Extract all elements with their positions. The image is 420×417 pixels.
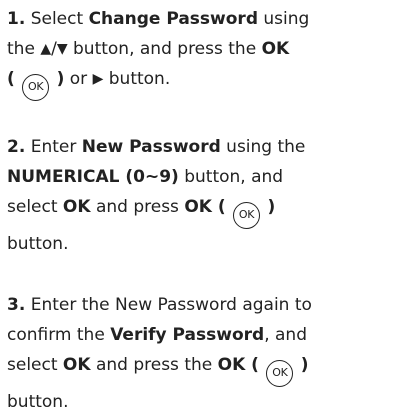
button-name: OK [261, 39, 290, 59]
step-text: confirm the [7, 325, 111, 345]
paren: ) [300, 355, 309, 375]
step-1-line-1: 1. Select Change Password using [7, 4, 413, 34]
paren: ( [7, 69, 15, 89]
step-2-line-3: select OK and press OK ( OK ) [7, 192, 413, 229]
step-text: or [64, 69, 93, 89]
up-arrow-icon: ▲ [40, 41, 52, 57]
step-text: and press the [90, 355, 218, 375]
step-number: 3. [7, 295, 26, 315]
step-text: button. [7, 233, 69, 254]
step-text: button, and press the [67, 39, 262, 59]
step-text: button, and [178, 167, 284, 187]
step-3-line-2: confirm the Verify Password, and [7, 320, 413, 350]
step-text: , and [264, 325, 307, 345]
step-text: button. [7, 391, 69, 412]
menu-item-name: OK [62, 355, 91, 375]
menu-item-name: OK [62, 197, 91, 217]
step-text: select [7, 197, 63, 217]
button-name: NUMERICAL (0~9) [7, 167, 179, 187]
step-text: Select [25, 9, 89, 29]
menu-item-name: Verify Password [110, 325, 265, 345]
step-text: using the [220, 137, 306, 157]
step-text: select [7, 355, 63, 375]
ok-button-icon: OK [266, 359, 294, 387]
step-2-line-2: NUMERICAL (0~9) button, and [7, 162, 413, 192]
menu-item-name: Change Password [88, 9, 258, 29]
step-text: and press [90, 197, 185, 217]
step-3-line-1: 3. Enter the New Password again to [7, 290, 413, 320]
step-number: 2. [7, 137, 26, 157]
step-1-line-2: the ▲/▼ button, and press the OK [7, 34, 413, 64]
step-text: Enter the New Password again to [25, 295, 312, 315]
step-2-line-4: button. [7, 229, 413, 259]
menu-item-name: New Password [81, 137, 221, 157]
step-2-line-1: 2. Enter New Password using the [7, 132, 413, 162]
step-3-line-3: select OK and press the OK ( OK ) [7, 350, 413, 387]
ok-button-icon: OK [22, 73, 50, 101]
step-number: 1. [7, 9, 26, 29]
step-3-line-4: button. [7, 387, 413, 417]
step-text: Enter [25, 137, 82, 157]
right-arrow-icon: ▶ [92, 71, 104, 87]
step-text: button. [103, 69, 171, 89]
instruction-steps: 1. Select Change Password using the ▲/▼ … [0, 0, 420, 416]
button-name: OK ( [184, 197, 226, 217]
paren: ) [267, 197, 276, 217]
step-3: 3. Enter the New Password again to confi… [7, 290, 413, 417]
step-text: the [7, 39, 41, 59]
step-2: 2. Enter New Password using the NUMERICA… [7, 132, 413, 259]
ok-button-icon: OK [233, 201, 261, 229]
step-1-line-3: ( OK ) or ▶ button. [7, 64, 413, 101]
down-arrow-icon: ▼ [56, 41, 68, 57]
step-1: 1. Select Change Password using the ▲/▼ … [7, 4, 413, 101]
step-text: using [257, 9, 310, 29]
button-name: OK ( [217, 355, 259, 375]
